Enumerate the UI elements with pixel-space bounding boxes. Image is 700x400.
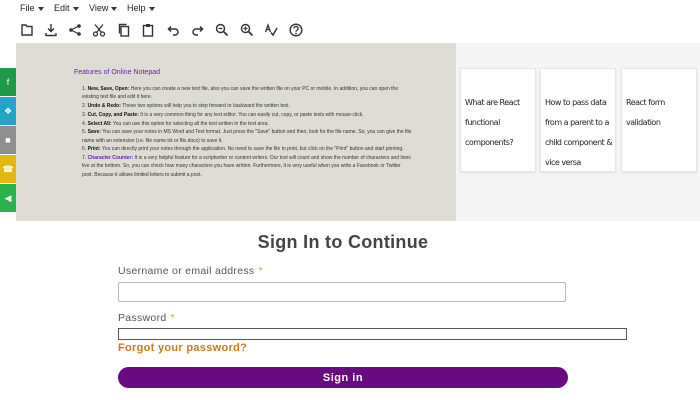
share-more-button[interactable]: ◀ (0, 184, 16, 212)
chevron-down-icon (111, 6, 118, 11)
signin-button[interactable]: Sign in (118, 367, 568, 388)
cut-icon[interactable] (91, 22, 107, 38)
share-twitter-button[interactable]: ❖ (0, 97, 16, 125)
share-icon[interactable] (67, 22, 83, 38)
forgot-password-link[interactable]: Forgot your password? (118, 342, 247, 354)
undo-icon[interactable] (165, 22, 181, 38)
zoom-out-icon[interactable] (214, 22, 230, 38)
share-email-button[interactable]: ■ (0, 126, 16, 154)
article-card[interactable]: What are React functional components? (460, 68, 536, 172)
toolbar (0, 18, 700, 42)
paste-icon[interactable] (140, 22, 156, 38)
signin-title: Sign In to Continue (257, 232, 429, 252)
download-icon[interactable] (43, 22, 59, 38)
zoom-in-icon[interactable] (239, 22, 255, 38)
password-label: Password * (118, 312, 175, 324)
article-card-title: How to pass data from a parent to a chil… (545, 98, 613, 167)
chevron-down-icon (148, 6, 155, 11)
list-item: 1. New, Save, Open: Here you can create … (82, 86, 399, 101)
share-whatsapp-button[interactable]: ☎ (0, 155, 16, 183)
username-label: Username or email address * (118, 265, 263, 277)
username-input[interactable] (118, 282, 566, 302)
twitter-icon: ❖ (3, 105, 13, 116)
whatsapp-icon: ☎ (2, 163, 14, 174)
redo-icon[interactable] (190, 22, 206, 38)
share-arrow-icon: ◀ (4, 192, 12, 203)
list-item: 5. Save: You can save your notes in MS W… (82, 129, 412, 144)
email-icon: ■ (5, 135, 11, 145)
help-icon[interactable] (288, 22, 304, 38)
article-card-title: React form validation (626, 98, 665, 127)
new-file-icon[interactable] (19, 22, 35, 38)
menu-edit[interactable]: Edit (54, 3, 79, 13)
feature-list: 1. New, Save, Open: Here you can create … (82, 85, 412, 179)
copy-icon[interactable] (116, 22, 132, 38)
password-input[interactable] (118, 328, 627, 340)
required-mark: * (258, 265, 263, 277)
list-item: 3. Cut, Copy, and Paste: It is a very co… (82, 111, 364, 118)
list-item: 4. Select All: You can use this option f… (82, 120, 269, 127)
editor-heading: Features of Online Notepad (74, 69, 160, 76)
article-card-title: What are React functional components? (465, 98, 520, 147)
editor-text-area[interactable]: Features of Online Notepad 1. New, Save,… (16, 43, 456, 221)
menu-file[interactable]: File (20, 3, 44, 13)
menu-help[interactable]: Help (127, 3, 155, 13)
related-articles-panel: What are React functional components? Ho… (456, 43, 700, 221)
spell-check-icon[interactable] (263, 22, 279, 38)
article-card[interactable]: How to pass data from a parent to a chil… (540, 68, 616, 172)
chevron-down-icon (72, 6, 79, 11)
list-item: 2. Undo & Redo: These two options will h… (82, 103, 290, 109)
menu-bar: File Edit View Help (0, 0, 700, 18)
chevron-down-icon (37, 6, 44, 11)
facebook-icon: f (6, 77, 10, 87)
required-mark: * (170, 312, 175, 324)
list-item: 7. Character Counter: It is a very helpf… (82, 155, 411, 178)
menu-view[interactable]: View (89, 3, 118, 13)
list-item: 6. Print: You can directly print your no… (82, 146, 404, 153)
share-facebook-button[interactable]: f (0, 68, 16, 96)
article-card[interactable]: React form validation (621, 68, 697, 172)
